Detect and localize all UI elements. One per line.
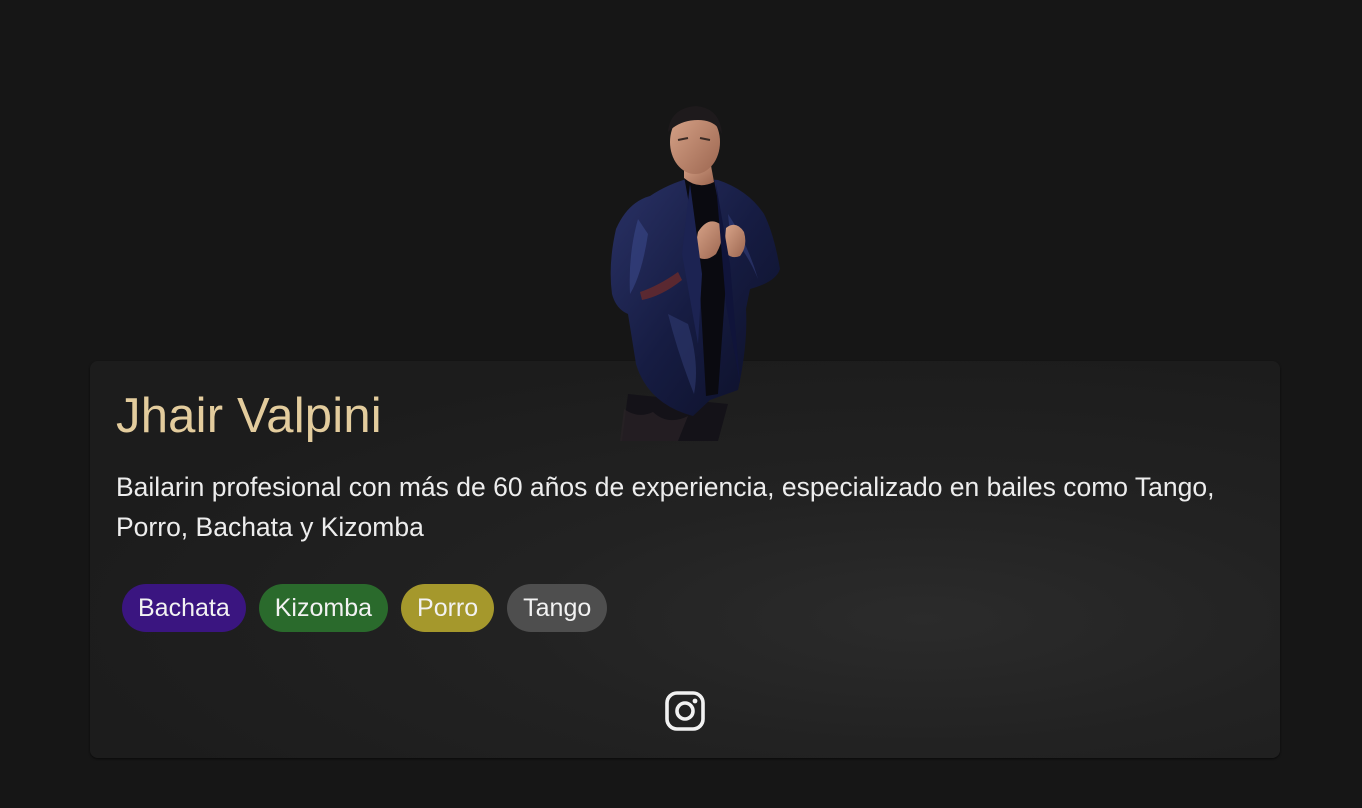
profile-name: Jhair Valpini [116,389,382,443]
instagram-icon[interactable] [664,690,706,732]
dancer-portrait [610,106,780,441]
tag-tango[interactable]: Tango [507,584,608,632]
profile-bio: Bailarin profesional con más de 60 años … [116,472,1215,542]
page: Jhair Valpini Bailarin profesional con m… [0,0,1362,808]
tag-bachata[interactable]: Bachata [122,584,246,632]
tag-porro[interactable]: Porro [401,584,495,632]
dance-tags: Bachata Kizomba Porro Tango [122,584,608,632]
tag-kizomba[interactable]: Kizomba [258,584,389,632]
